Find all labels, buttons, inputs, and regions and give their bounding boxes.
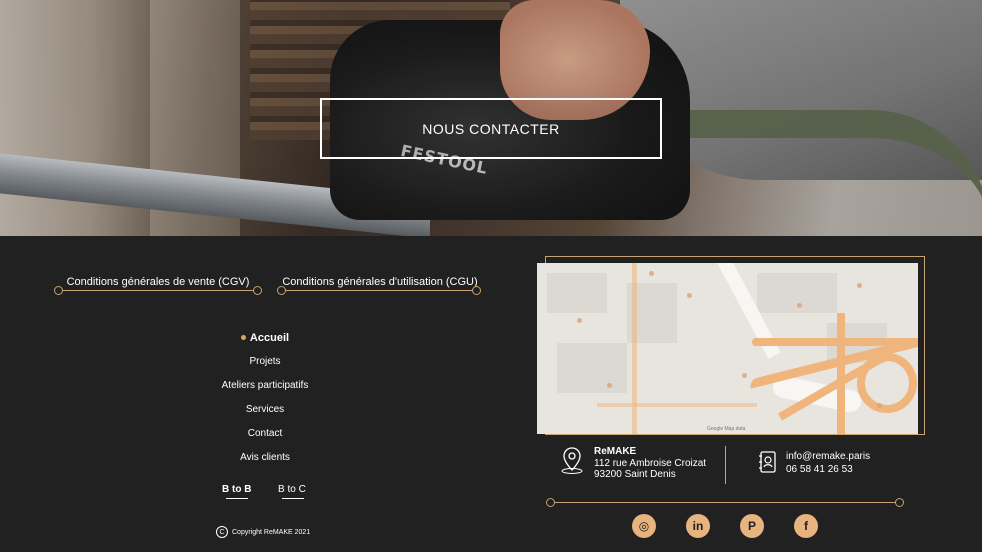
btoc-underline xyxy=(282,498,304,499)
nav-item-ateliers[interactable]: Ateliers participatifs xyxy=(180,380,350,404)
cgu-underline xyxy=(277,286,481,295)
location-map[interactable]: Google Map data xyxy=(537,263,918,434)
copyright-icon: C xyxy=(216,526,228,538)
nav-item-avis-clients[interactable]: Avis clients xyxy=(180,452,350,476)
address-street: 112 rue Ambroise Croizat xyxy=(594,457,707,469)
cgu-link[interactable]: Conditions générales d'utilisation (CGU) xyxy=(280,276,480,288)
address-book-icon xyxy=(759,451,776,473)
facebook-icon[interactable]: f xyxy=(794,514,818,538)
company-name: ReMAKE xyxy=(594,446,637,457)
contact-phone[interactable]: 06 58 41 26 53 xyxy=(786,464,853,475)
contact-separator xyxy=(725,446,726,484)
map-credit: Google Map data xyxy=(707,426,746,432)
nav-item-contact[interactable]: Contact xyxy=(180,428,350,452)
contact-block: info@remake.paris 06 58 41 26 53 xyxy=(758,450,870,476)
nav-item-services[interactable]: Services xyxy=(180,404,350,428)
active-dot-icon xyxy=(240,334,246,340)
btob-link[interactable]: B to B xyxy=(222,484,251,495)
footer: Conditions générales de vente (CGV) Cond… xyxy=(0,236,982,552)
cgv-link[interactable]: Conditions générales de vente (CGV) xyxy=(56,276,260,288)
address-city: 93200 Saint Denis xyxy=(594,469,676,480)
linkedin-icon[interactable]: in xyxy=(686,514,710,538)
pinterest-icon[interactable]: P xyxy=(740,514,764,538)
copyright: C Copyright ReMAKE 2021 xyxy=(216,526,310,538)
btoc-link[interactable]: B to C xyxy=(278,484,306,495)
nav-item-accueil[interactable]: Accueil xyxy=(180,332,350,356)
cgv-underline xyxy=(54,286,262,295)
contact-underline xyxy=(546,498,904,507)
instagram-icon[interactable]: ◎ xyxy=(632,514,656,538)
social-links: ◎ in P f xyxy=(632,514,818,538)
address-block: ReMAKE 112 rue Ambroise Croizat 93200 Sa… xyxy=(560,446,706,481)
nav-item-projets[interactable]: Projets xyxy=(180,356,350,380)
footer-nav: Accueil Projets Ateliers participatifs S… xyxy=(180,332,350,476)
contact-us-button[interactable]: NOUS CONTACTER xyxy=(320,98,662,159)
contact-email[interactable]: info@remake.paris xyxy=(786,451,870,462)
btob-underline xyxy=(226,498,248,499)
location-pin-icon xyxy=(561,447,583,474)
